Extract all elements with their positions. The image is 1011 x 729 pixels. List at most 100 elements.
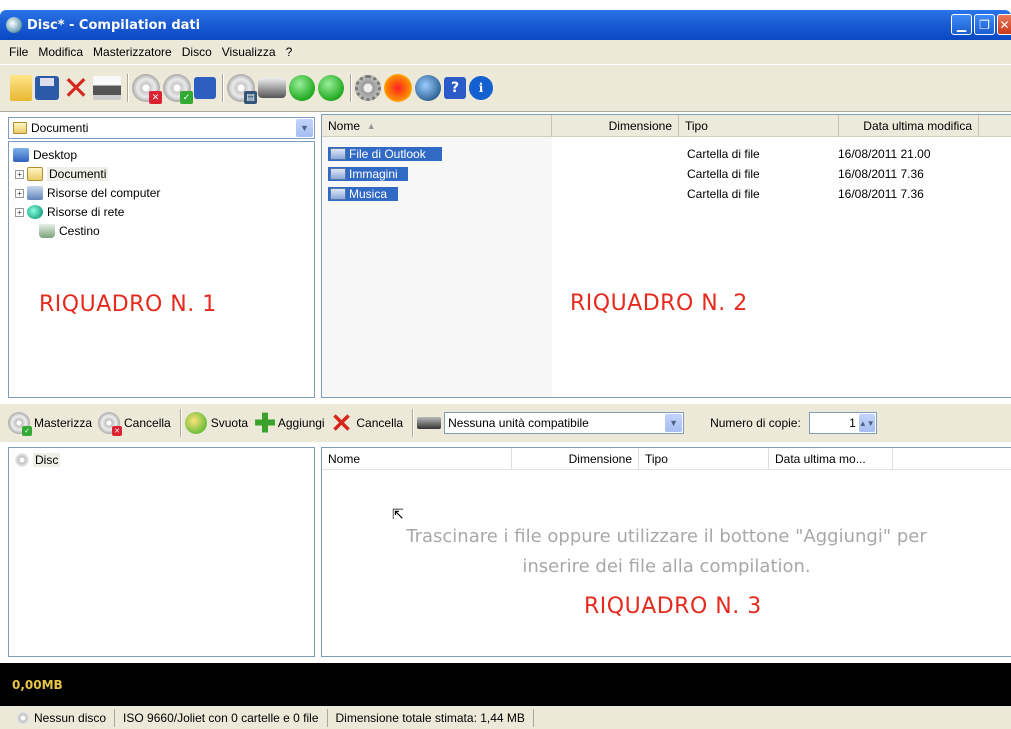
- column-type[interactable]: Tipo: [679, 115, 839, 137]
- status-disc: Nessun disco: [8, 708, 116, 727]
- disc-item[interactable]: Disc: [15, 451, 61, 469]
- chevron-down-icon[interactable]: ▼: [665, 414, 683, 432]
- plus-icon: ✚: [254, 408, 276, 438]
- column-size[interactable]: Dimensione: [552, 115, 679, 137]
- toolbar-separator: [412, 409, 415, 437]
- column-name[interactable]: Nome: [322, 448, 512, 470]
- tree-item-label: Risorse di rete: [47, 205, 125, 219]
- capacity-used: 0,00MB: [12, 677, 63, 692]
- burn-button[interactable]: ✓ Masterizza: [8, 412, 92, 436]
- pane-label-1: RIQUADRO N. 1: [39, 292, 217, 317]
- column-type[interactable]: Tipo: [639, 448, 769, 470]
- new-folder-icon[interactable]: [10, 75, 32, 101]
- menu-bar: File Modifica Masterizzatore Disco Visua…: [0, 40, 1011, 64]
- erase-disc-button[interactable]: ✕ Cancella: [98, 412, 171, 436]
- drive-select-value: Nessuna unità compatibile: [448, 416, 589, 430]
- file-list: Nome ▲ Dimensione Tipo Data ultima modif…: [321, 114, 1011, 398]
- maximize-button[interactable]: ❐: [974, 14, 995, 35]
- cd-burn-icon[interactable]: ✓: [163, 74, 193, 104]
- tree-item-label: Documenti: [47, 167, 109, 181]
- compilation-toolbar: ✓ Masterizza ✕ Cancella Svuota ✚ Aggiung…: [0, 404, 1011, 442]
- main-toolbar: ✕ ✕ ✓ ▤ ? i: [0, 64, 1011, 112]
- menu-modifica[interactable]: Modifica: [33, 45, 88, 59]
- compilation-list[interactable]: Nome Dimensione Tipo Data ultima mo... T…: [321, 447, 1011, 657]
- cd-erase-icon[interactable]: ✕: [132, 74, 162, 104]
- pane-label-2: RIQUADRO N. 2: [570, 291, 748, 316]
- tree-item-recycle-bin[interactable]: Cestino: [39, 222, 100, 240]
- disc-label: Disc: [33, 453, 61, 467]
- expand-icon[interactable]: +: [15, 207, 24, 217]
- globe-green-icon[interactable]: [289, 75, 315, 101]
- nero-icon[interactable]: [384, 74, 412, 102]
- column-date[interactable]: Data ultima mo...: [769, 448, 893, 470]
- menu-visualizza[interactable]: Visualizza: [217, 45, 281, 59]
- column-date[interactable]: Data ultima modifica: [839, 115, 979, 137]
- file-type: Cartella di file: [687, 187, 760, 201]
- recycle-bin-icon: [39, 224, 55, 238]
- file-row[interactable]: File di Outlook Cartella di file 16/08/2…: [328, 145, 1008, 163]
- stepper-arrows-icon[interactable]: ▲▼: [858, 414, 875, 432]
- chevron-down-icon[interactable]: ▼: [296, 119, 313, 137]
- folder-icon: [13, 122, 27, 134]
- blue-square-icon[interactable]: [194, 77, 216, 99]
- tree-item-label: Desktop: [33, 148, 78, 162]
- drop-hint-line-1: Trascinare i file oppure utilizzare il b…: [406, 526, 927, 547]
- toolbar-separator: [127, 74, 129, 102]
- expand-icon[interactable]: +: [15, 169, 24, 179]
- delete-button[interactable]: ✕ Cancella: [331, 410, 404, 436]
- drive-select[interactable]: Nessuna unità compatibile ▼: [444, 412, 685, 434]
- menu-masterizzatore[interactable]: Masterizzatore: [88, 45, 177, 59]
- computer-icon: [27, 186, 43, 200]
- network-icon: [27, 205, 43, 219]
- menu-help[interactable]: ?: [281, 45, 298, 59]
- copies-stepper[interactable]: 1 ▲▼: [808, 412, 877, 434]
- cd-image-icon[interactable]: ▤: [227, 74, 257, 104]
- delete-icon[interactable]: ✕: [62, 72, 90, 104]
- column-size[interactable]: Dimensione: [512, 448, 639, 470]
- print-icon[interactable]: [93, 76, 121, 100]
- cd-burn-icon: ✓: [8, 412, 32, 436]
- add-button[interactable]: ✚ Aggiungi: [254, 410, 325, 436]
- title-bar: Disc* - Compilation dati ▁ ❐ ✕: [0, 10, 1011, 40]
- menu-file[interactable]: File: [4, 45, 33, 59]
- tree-item-computer[interactable]: + Risorse del computer: [15, 184, 160, 202]
- drive-info-icon[interactable]: [258, 78, 286, 98]
- info-icon[interactable]: i: [469, 76, 493, 100]
- no-disc-icon: [16, 710, 30, 725]
- delete-icon: ✕: [330, 408, 353, 438]
- compilation-list-header: Nome Dimensione Tipo Data ultima mo...: [322, 448, 1011, 470]
- toolbar-separator: [222, 74, 224, 102]
- copies-label: Numero di copie:: [710, 416, 801, 430]
- status-size: Dimensione totale stimata: 1,44 MB: [328, 708, 534, 727]
- file-type: Cartella di file: [687, 167, 760, 181]
- minimize-button[interactable]: ▁: [951, 14, 972, 35]
- file-row[interactable]: Musica Cartella di file 16/08/2011 7.36: [328, 185, 1008, 203]
- tree-item-documenti[interactable]: + Documenti: [15, 165, 109, 183]
- documents-folder-icon: [27, 167, 43, 181]
- tree-item-label: Cestino: [59, 224, 100, 238]
- close-button[interactable]: ✕: [997, 14, 1011, 35]
- toolbar-separator: [179, 409, 182, 437]
- file-row[interactable]: Immagini Cartella di file 16/08/2011 7.3…: [328, 165, 1008, 183]
- menu-disco[interactable]: Disco: [177, 45, 217, 59]
- expand-icon[interactable]: +: [15, 188, 24, 198]
- drive-icon: [417, 417, 442, 429]
- save-icon[interactable]: [35, 76, 59, 100]
- refresh-icon: [184, 412, 207, 434]
- tree-item-desktop[interactable]: Desktop: [13, 146, 77, 164]
- web-icon[interactable]: [415, 75, 441, 101]
- help-icon[interactable]: ?: [444, 77, 466, 99]
- cd-erase-icon: ✕: [98, 412, 123, 436]
- folder-tree: Desktop + Documenti + Risorse del comput…: [8, 141, 315, 398]
- settings-gear-icon[interactable]: [355, 75, 381, 101]
- globe-update-icon[interactable]: [318, 75, 344, 101]
- pictures-folder-icon: [330, 168, 346, 180]
- location-combo[interactable]: Documenti ▼: [8, 117, 315, 139]
- empty-button[interactable]: Svuota: [184, 412, 248, 434]
- column-name[interactable]: Nome ▲: [322, 115, 552, 137]
- disc-icon: [15, 453, 29, 467]
- tree-item-network[interactable]: + Risorse di rete: [15, 203, 124, 221]
- file-list-header: Nome ▲ Dimensione Tipo Data ultima modif…: [322, 115, 1011, 137]
- folder-icon: [330, 148, 346, 160]
- file-date: 16/08/2011 21.00: [838, 147, 931, 161]
